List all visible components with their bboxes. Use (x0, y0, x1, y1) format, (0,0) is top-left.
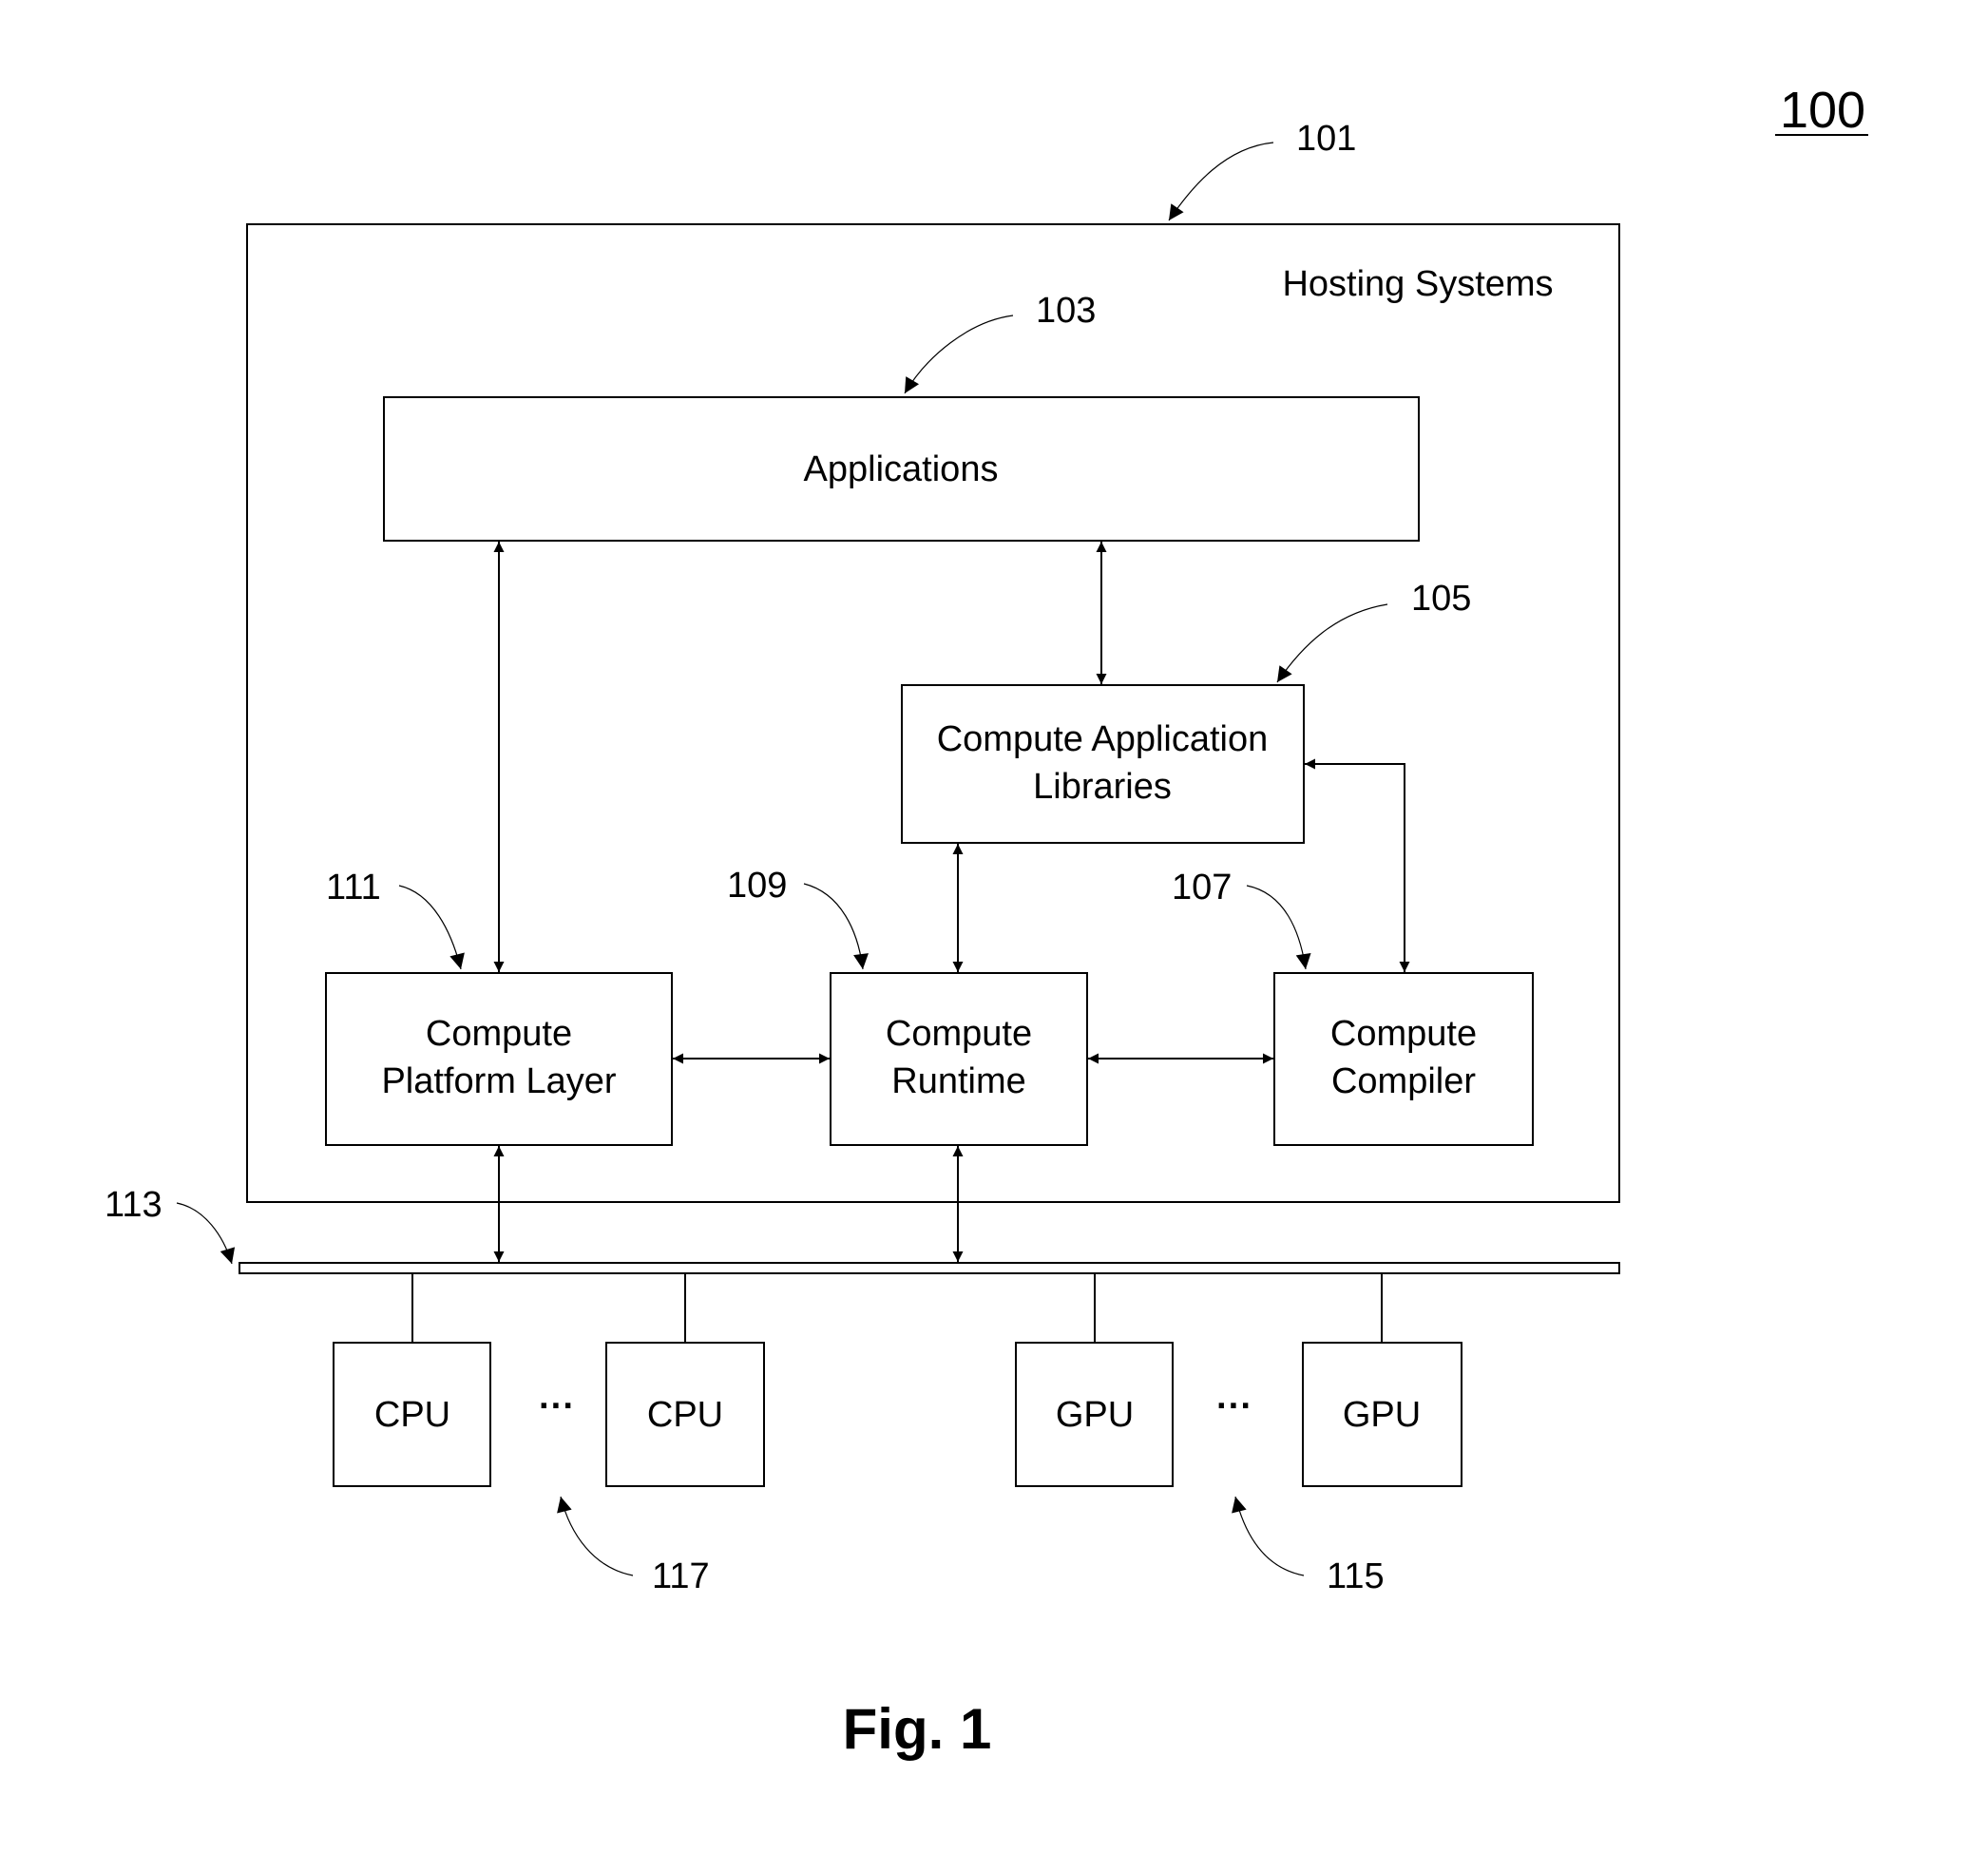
compute-application-libraries-label-line2: Libraries (1033, 767, 1172, 807)
ref-103: 103 (1036, 291, 1096, 331)
compute-application-libraries-label-line1: Compute Application (937, 719, 1269, 759)
system-diagram: 100 Hosting Systems 101 Applications 103… (105, 82, 1868, 1761)
figure-caption: Fig. 1 (843, 1697, 992, 1761)
cpu-ellipsis: ··· (539, 1386, 575, 1426)
ref-107: 107 (1172, 868, 1232, 907)
compute-runtime-label-line2: Runtime (891, 1061, 1026, 1101)
gpu-label-1: GPU (1056, 1395, 1134, 1435)
leader-113 (176, 1202, 236, 1265)
compute-platform-layer-box (325, 972, 673, 1146)
ref-115: 115 (1327, 1556, 1385, 1596)
compute-runtime-label-line1: Compute (886, 1014, 1032, 1054)
system-bus (239, 1262, 1620, 1274)
ref-117: 117 (652, 1556, 710, 1596)
ref-109: 109 (727, 866, 787, 906)
compute-platform-layer-label-line1: Compute (426, 1014, 572, 1054)
leader-117 (557, 1496, 634, 1576)
compute-runtime-box (830, 972, 1088, 1146)
hosting-system-label: Hosting Systems (1282, 264, 1553, 304)
compute-application-libraries-box (901, 684, 1305, 844)
leader-115 (1232, 1496, 1305, 1576)
gpu-label-2: GPU (1343, 1395, 1421, 1435)
ref-111: 111 (326, 868, 381, 907)
gpu-ellipsis: ··· (1216, 1386, 1252, 1426)
ref-101: 101 (1296, 119, 1356, 159)
compute-platform-layer-label-line2: Platform Layer (381, 1061, 616, 1101)
applications-label: Applications (804, 449, 999, 489)
compute-compiler-label-line1: Compute (1330, 1014, 1477, 1054)
cpu-label-2: CPU (647, 1395, 723, 1435)
compute-compiler-box (1273, 972, 1534, 1146)
leader-101 (1168, 142, 1274, 221)
figure-number: 100 (1780, 82, 1865, 139)
cpu-label-1: CPU (374, 1395, 450, 1435)
ref-105: 105 (1411, 579, 1471, 619)
ref-113: 113 (105, 1185, 162, 1225)
compute-compiler-label-line2: Compiler (1331, 1061, 1476, 1101)
